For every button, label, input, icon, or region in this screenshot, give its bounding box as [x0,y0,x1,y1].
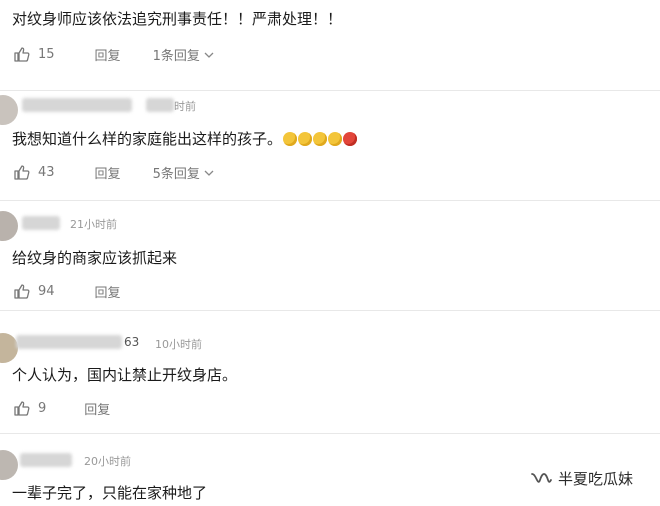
comment-actions: 9 回复 [14,399,110,418]
chevron-down-icon [204,52,214,58]
comment-item: 21小时前 给纹身的商家应该抓起来 94 回复 [0,201,660,310]
like-button[interactable]: 9 [14,401,46,416]
like-button[interactable]: 43 [14,165,55,180]
reply-button[interactable]: 回复 [84,399,110,418]
applause-emoji [298,132,313,146]
comment-time: 21小时前 [70,218,117,231]
wechat-channel-icon [531,472,552,483]
comment-time: 时前 [174,100,196,113]
like-count: 43 [38,165,55,180]
comment-actions: 43 回复 5条回复 [14,163,214,182]
username-blurred[interactable] [20,453,72,467]
username-blurred[interactable] [16,335,122,349]
comment-actions: 15 回复 1条回复 [14,45,214,64]
comment-name-suffix: 63 [124,335,140,349]
thumbs-up-icon [14,47,30,62]
reply-count: 5条回复 [152,167,200,182]
avatar[interactable] [0,95,18,125]
thumbs-up-icon [14,165,30,180]
comment-text: 对纹身师应该依法追究刑事责任！！严肃处理！！ [12,10,343,28]
chevron-down-icon [204,170,214,176]
watermark: 半夏吃瓜妹 [530,468,633,489]
angry-emoji [343,132,358,146]
like-count: 94 [38,284,55,299]
applause-emoji [313,132,328,146]
like-button[interactable]: 15 [14,47,55,62]
reply-button[interactable]: 回复 [95,163,121,182]
username-blurred[interactable] [22,98,132,112]
like-count: 15 [38,47,55,62]
comment-time: 20小时前 [84,455,131,468]
comment-text-content: 我想知道什么样的家庭能出这样的孩子。 [12,130,283,148]
watermark-text: 半夏吃瓜妹 [558,470,634,488]
reply-count: 1条回复 [152,49,200,64]
view-replies-button[interactable]: 5条回复 [153,163,214,182]
reply-button[interactable]: 回复 [95,45,121,64]
applause-emoji [328,132,343,146]
view-replies-button[interactable]: 1条回复 [153,45,214,64]
comment-time: 10小时前 [155,338,202,351]
comment-item: 时前 我想知道什么样的家庭能出这样的孩子。 43 回复 5条回复 [0,91,660,200]
time-blurred [146,98,174,112]
comment-text: 我想知道什么样的家庭能出这样的孩子。 [12,128,358,149]
comment-item: 63 10小时前 个人认为，国内让禁止开纹身店。 9 回复 [0,311,660,433]
avatar[interactable] [0,211,18,241]
comment-text: 一辈子完了，只能在家种地了 [12,484,208,502]
like-count: 9 [38,401,47,416]
reply-button[interactable]: 回复 [95,282,121,301]
thumbs-up-icon [14,401,30,416]
applause-emoji [283,132,298,146]
comment-item: 对纹身师应该依法追究刑事责任！！严肃处理！！ 15 回复 1条回复 [0,0,660,90]
username-blurred[interactable] [22,216,60,230]
avatar[interactable] [0,450,18,480]
like-button[interactable]: 94 [14,284,55,299]
thumbs-up-icon [14,284,30,299]
comment-actions: 94 回复 [14,282,121,301]
comment-text: 给纹身的商家应该抓起来 [12,249,178,267]
comment-text: 个人认为，国内让禁止开纹身店。 [12,366,238,384]
